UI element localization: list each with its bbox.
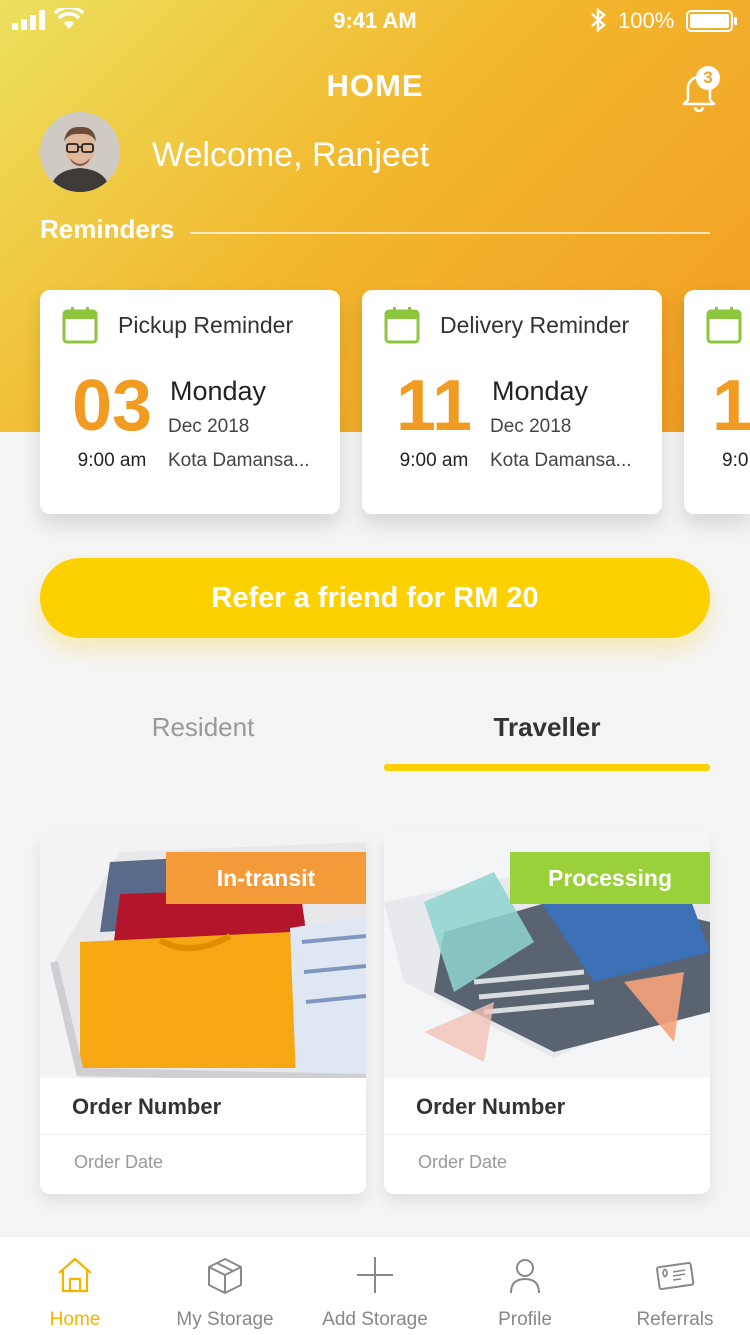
refer-friend-button[interactable]: Refer a friend for RM 20 [40,558,710,638]
battery-icon [686,10,737,32]
order-date: Order Date [418,1152,508,1172]
reminder-day: 11 [395,366,473,446]
order-card[interactable]: Processing Order Number Order Date [384,832,710,1194]
status-badge: In-transit [166,852,366,904]
bottom-nav: Home My Storage Add Storage Profile Refe… [0,1236,750,1335]
card-divider [40,1134,366,1135]
reminder-weekday: Monday [492,376,589,406]
reminder-time: 9:00 am [77,450,147,471]
notification-badge: 3 [696,66,720,90]
page-title: HOME [326,68,424,103]
nav-label: Profile [498,1309,552,1330]
reminder-card-delivery[interactable]: Delivery Reminder 11 9:00 am Monday Dec … [362,290,662,514]
ticket-icon [656,1261,695,1290]
tab-traveller[interactable]: Traveller [384,712,710,743]
reminder-card-partial[interactable]: 1 9:0 [684,290,750,514]
welcome-text: Welcome, Ranjeet [152,136,430,174]
battery-percent: 100% [618,8,675,33]
reminder-day: 03 [71,366,153,446]
order-number: Order Number [72,1094,222,1119]
reminder-date: Dec 2018 [168,416,250,437]
active-tab-indicator [384,764,710,771]
nav-label: Add Storage [322,1309,428,1330]
calendar-icon [62,307,98,344]
reminder-location: Kota Damansa... [168,450,310,471]
nav-add-storage[interactable]: Add Storage [300,1237,450,1335]
bluetooth-icon [591,8,606,32]
person-icon [510,1259,540,1294]
nav-profile[interactable]: Profile [450,1237,600,1335]
nav-label: Referrals [636,1309,714,1330]
notifications-button[interactable]: 3 [676,66,722,113]
avatar[interactable] [40,112,120,192]
reminder-weekday: Monday [170,376,267,406]
calendar-icon [384,307,420,344]
status-badge: Processing [510,852,710,904]
avatar-photo [40,112,120,192]
reminders-heading: Reminders [40,214,175,244]
card-divider [384,1134,710,1135]
reminder-time: 9:0 [722,450,749,471]
reminders-divider [190,232,710,234]
order-number: Order Number [416,1094,566,1119]
order-card[interactable]: In-transit Order Number Order Date [40,832,366,1194]
tab-resident[interactable]: Resident [40,712,366,743]
nav-home[interactable]: Home [0,1237,150,1335]
plus-icon [357,1257,393,1293]
order-date: Order Date [74,1152,164,1172]
status-bar: 9:41 AM 100% [0,0,750,40]
home-icon [58,1257,92,1293]
reminder-day: 1 [712,366,750,446]
reminder-card-pickup[interactable]: Pickup Reminder 03 9:00 am Monday Dec 20… [40,290,340,514]
nav-label: Home [49,1309,101,1330]
reminder-date: Dec 2018 [490,416,572,437]
reminder-title: Pickup Reminder [118,312,294,338]
nav-referrals[interactable]: Referrals [600,1237,750,1335]
reminder-time: 9:00 am [399,450,469,471]
reminder-location: Kota Damansa... [490,450,632,471]
calendar-icon [706,307,742,344]
nav-my-storage[interactable]: My Storage [150,1237,300,1335]
reminder-title: Delivery Reminder [440,312,630,338]
nav-label: My Storage [176,1309,274,1330]
box-icon [208,1258,242,1294]
